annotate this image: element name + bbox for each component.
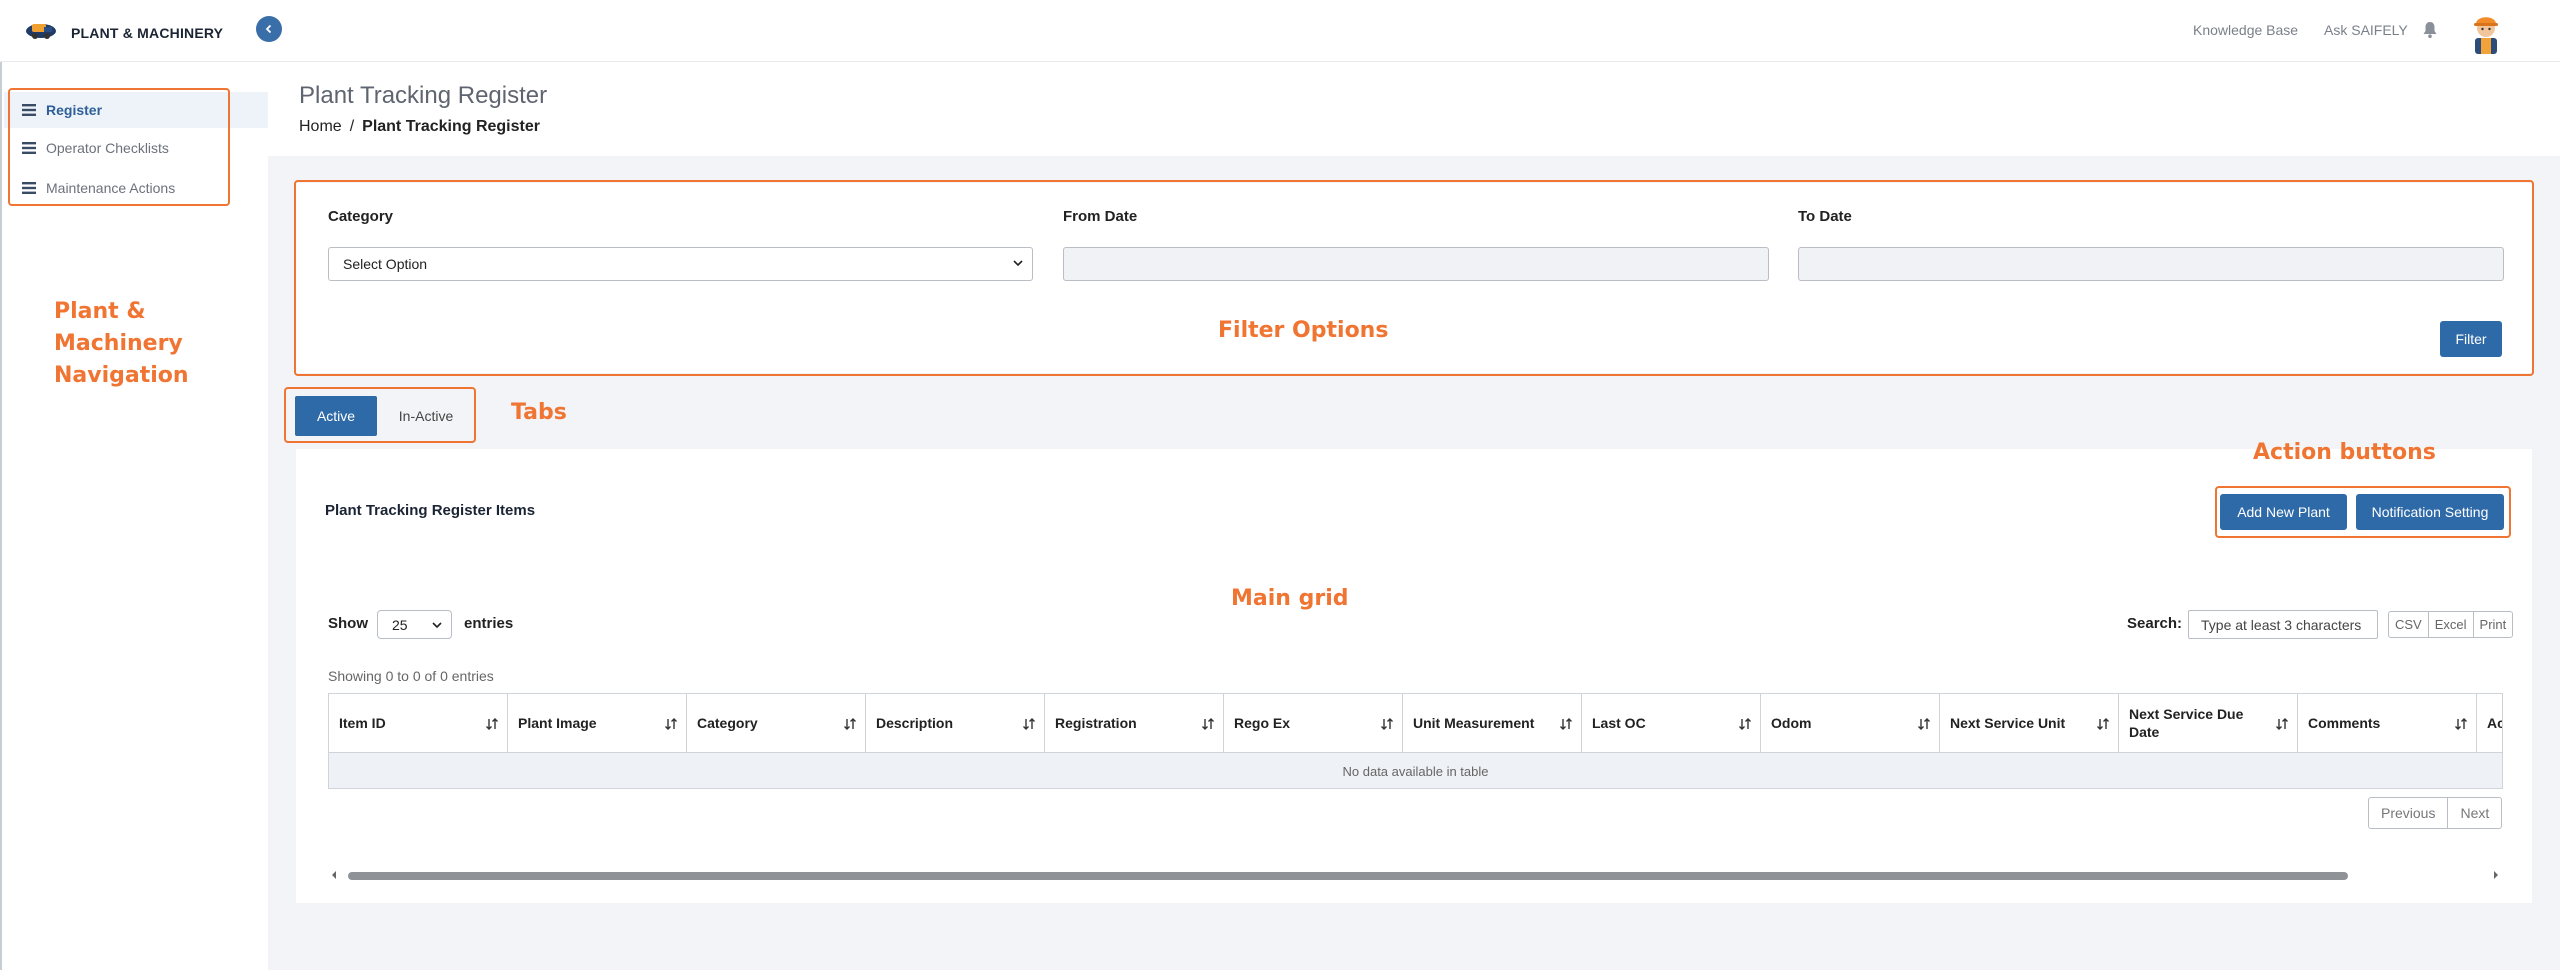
column-header[interactable]: Next Service Due Date: [2119, 694, 2298, 752]
page-header: [268, 62, 2560, 156]
search-input[interactable]: Type at least 3 characters: [2188, 610, 2378, 639]
column-header[interactable]: Acti: [2477, 694, 2502, 752]
column-header[interactable]: Plant Image: [508, 694, 687, 752]
column-header-label: Description: [876, 715, 954, 731]
show-label: Show: [328, 615, 368, 632]
actions-annotation-label: Action buttons: [2253, 440, 2436, 465]
nav-annotation-label: Plant & Machinery Navigation: [54, 299, 189, 388]
entries-select-value: 25: [392, 616, 408, 633]
column-header-label: Odom: [1771, 715, 1812, 731]
sort-icon: [2455, 718, 2467, 730]
column-header[interactable]: Registration: [1045, 694, 1224, 752]
breadcrumb-separator: /: [349, 118, 355, 135]
column-header[interactable]: Unit Measurement: [1403, 694, 1582, 752]
export-csv-button[interactable]: CSV: [2389, 612, 2429, 637]
column-header[interactable]: Rego Ex: [1224, 694, 1403, 752]
sort-icon: [1918, 718, 1930, 730]
export-excel-button[interactable]: Excel: [2429, 612, 2474, 637]
column-header[interactable]: Odom: [1761, 694, 1940, 752]
filter-annotation-label: Filter Options: [1218, 318, 1389, 343]
column-header[interactable]: Category: [687, 694, 866, 752]
sort-icon: [1739, 718, 1751, 730]
grid-panel-title: Plant Tracking Register Items: [325, 502, 536, 519]
app-title: PLANT & MACHINERY: [71, 25, 224, 41]
table-header-row: Item ID Plant Image Category Description Reg…: [329, 694, 2502, 753]
entries-select[interactable]: 25: [377, 610, 452, 639]
page-title: Plant Tracking Register: [299, 82, 548, 109]
column-header-label: Acti: [2487, 715, 2502, 731]
column-header[interactable]: Last OC: [1582, 694, 1761, 752]
nav-annotation-box: [8, 88, 230, 206]
empty-table-row: No data available in table: [329, 753, 2502, 788]
sort-icon: [844, 718, 856, 730]
sort-icon: [2276, 718, 2288, 730]
export-print-button[interactable]: Print: [2474, 612, 2513, 637]
sort-icon: [1381, 718, 1393, 730]
column-header-label: Rego Ex: [1234, 715, 1291, 731]
column-header-label: Category: [697, 715, 758, 731]
sort-icon: [1560, 718, 1572, 730]
user-avatar-icon[interactable]: [2466, 8, 2506, 54]
breadcrumb-current: Plant Tracking Register: [362, 118, 540, 135]
tabs-annotation-label: Tabs: [511, 400, 567, 425]
chevron-down-icon: [432, 622, 442, 629]
column-header[interactable]: Item ID: [329, 694, 508, 752]
column-header-label: Plant Image: [518, 715, 597, 731]
previous-page-button[interactable]: Previous: [2369, 798, 2449, 828]
entries-label: entries: [464, 615, 514, 632]
export-button-group: CSV Excel Print: [2388, 611, 2514, 638]
sort-ascending-icon: [486, 718, 498, 730]
sort-icon: [2097, 718, 2109, 730]
horizontal-scrollbar-thumb[interactable]: [348, 872, 2348, 880]
column-header-label: Item ID: [339, 715, 386, 731]
actions-annotation-box: [2215, 486, 2511, 538]
grid-annotation-label: Main grid: [1231, 586, 1349, 611]
main-grid-panel: [296, 449, 2532, 903]
filter-annotation-box: [294, 180, 2534, 376]
breadcrumb-home[interactable]: Home: [299, 118, 342, 135]
sort-icon: [1202, 718, 1214, 730]
next-page-button[interactable]: Next: [2448, 798, 2501, 828]
top-bar: PLANT & MACHINERY Knowledge Base Ask SAI…: [0, 0, 2560, 62]
column-header[interactable]: Next Service Unit: [1940, 694, 2119, 752]
bell-icon[interactable]: [2422, 21, 2438, 39]
column-header-label: Next Service Due Date: [2129, 706, 2244, 740]
chevron-left-icon: [265, 24, 272, 34]
column-header-label: Next Service Unit: [1950, 715, 2066, 731]
table-info: Showing 0 to 0 of 0 entries: [328, 668, 494, 684]
search-label: Search:: [2127, 615, 2183, 632]
plant-machinery-logo-icon[interactable]: [24, 18, 58, 44]
breadcrumb: Home / Plant Tracking Register: [299, 118, 540, 136]
sidebar-collapse-button[interactable]: [256, 16, 282, 42]
column-header-label: Last OC: [1592, 715, 1646, 731]
data-table: Item ID Plant Image Category Description Reg…: [328, 693, 2503, 789]
column-header-label: Unit Measurement: [1413, 715, 1535, 731]
tabs-annotation-box: [284, 387, 476, 443]
knowledge-base-link[interactable]: Knowledge Base: [2193, 22, 2298, 38]
pagination: Previous Next: [2368, 797, 2503, 829]
ask-saifely-link[interactable]: Ask SAIFELY: [2324, 22, 2408, 38]
column-header[interactable]: Comments: [2298, 694, 2477, 752]
sort-icon: [1023, 718, 1035, 730]
column-header-label: Registration: [1055, 715, 1137, 731]
column-header[interactable]: Description: [866, 694, 1045, 752]
column-header-label: Comments: [2308, 715, 2381, 731]
sort-icon: [665, 718, 677, 730]
